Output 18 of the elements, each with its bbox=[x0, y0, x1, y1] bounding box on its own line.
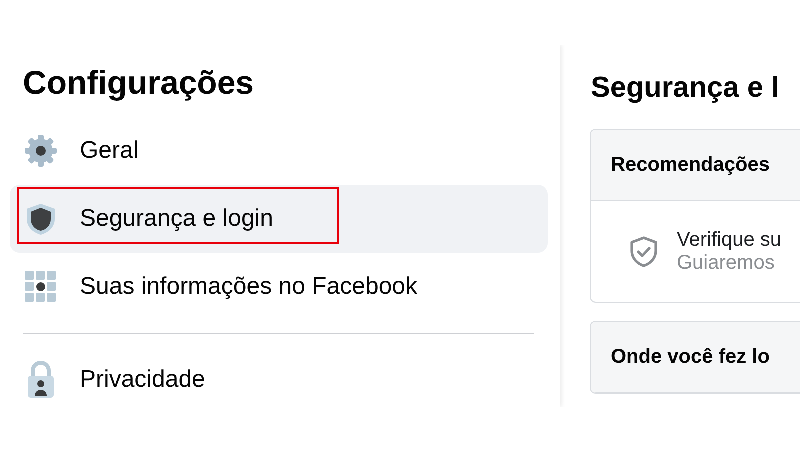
sidebar-item-label: Segurança e login bbox=[80, 204, 274, 234]
sidebar-item-label: Suas informações no Facebook bbox=[80, 272, 418, 302]
recommendation-subtitle: Guiaremos bbox=[677, 252, 776, 274]
sidebar-title: Configurações bbox=[23, 63, 256, 103]
card-heading: Recomendações bbox=[591, 130, 800, 201]
sidebar-item-label: Privacidade bbox=[80, 365, 206, 395]
sidebar-item-label: Geral bbox=[80, 136, 139, 166]
gear-icon bbox=[24, 134, 58, 168]
sidebar-item[interactable]: Suas informações no Facebook bbox=[10, 253, 548, 321]
sidebar-item[interactable]: Privacidade bbox=[10, 346, 548, 407]
sidebar-item[interactable]: Geral bbox=[10, 117, 548, 185]
shield-check-icon bbox=[629, 236, 659, 268]
recommendation-title: Verifique su bbox=[677, 228, 782, 252]
grid-icon bbox=[24, 270, 58, 304]
shield-icon bbox=[24, 202, 58, 236]
page-title: Segurança e l bbox=[591, 72, 781, 105]
sidebar-item[interactable]: Segurança e login bbox=[10, 185, 548, 253]
card-heading: Onde você fez lo bbox=[591, 322, 800, 393]
